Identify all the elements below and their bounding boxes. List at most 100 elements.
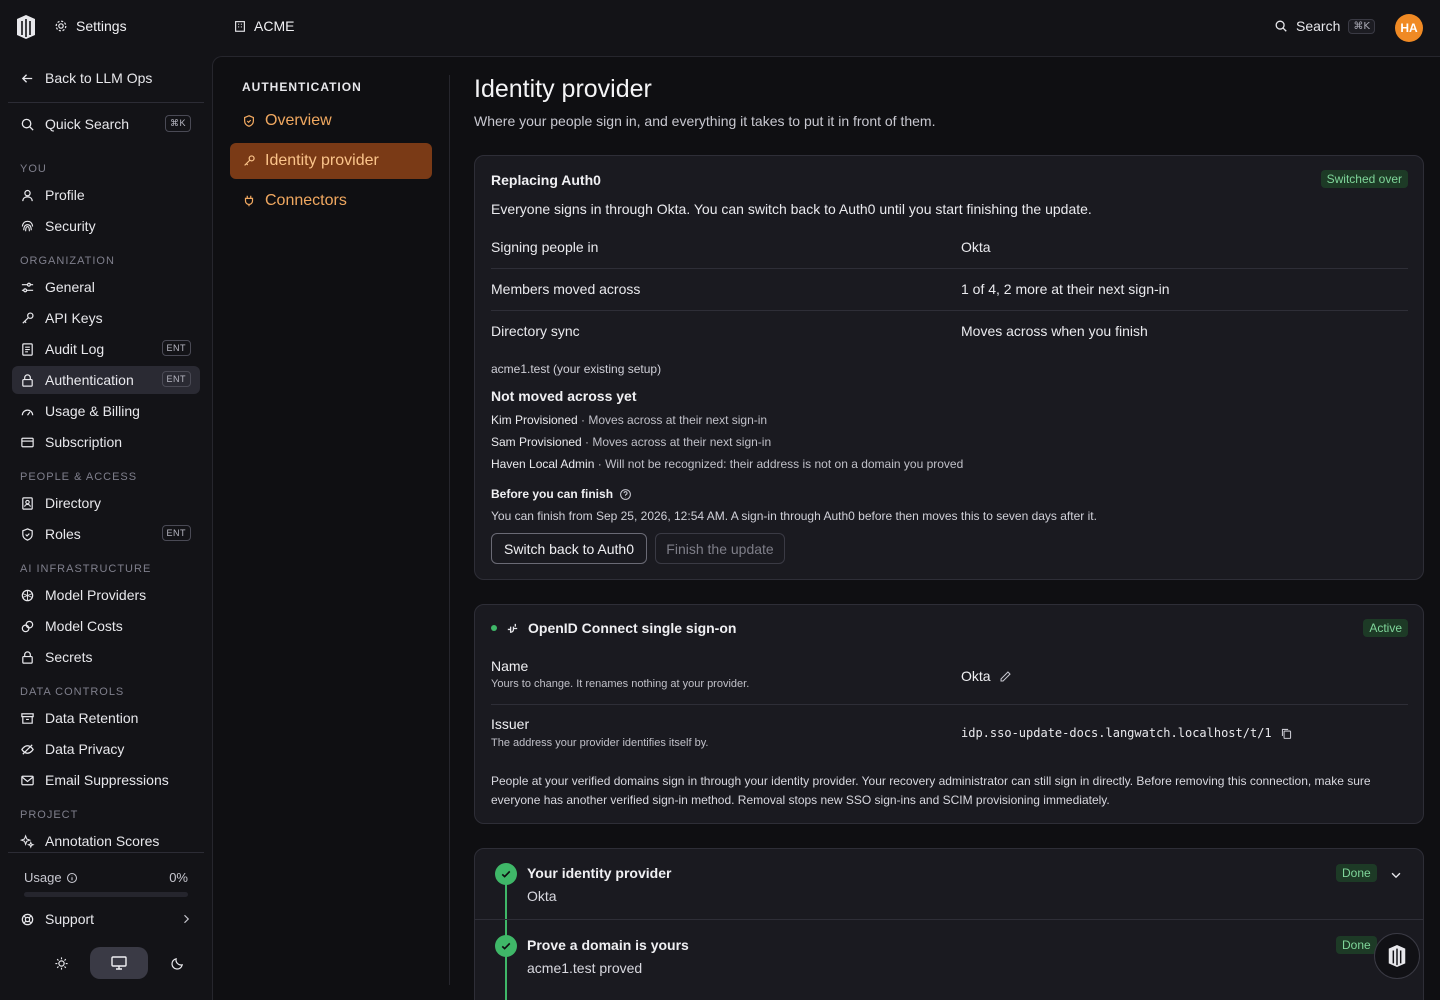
kv-value: Okta: [961, 239, 991, 255]
chevron-right-icon: [184, 914, 190, 924]
credit-card-icon: [21, 437, 34, 447]
help-icon[interactable]: [619, 488, 632, 501]
search-icon: [21, 118, 34, 131]
kv-key: Members moved across: [491, 281, 641, 297]
sidebar-item-authentication[interactable]: Authentication ENT: [12, 366, 200, 394]
light-theme-button[interactable]: [32, 947, 90, 979]
app-logo-icon[interactable]: [14, 13, 38, 41]
sidebar-item-email-suppressions[interactable]: Email Suppressions: [12, 766, 200, 794]
ent-badge: ENT: [161, 525, 191, 541]
sidebar-item-label: Profile: [45, 187, 85, 203]
sidebar-item-directory[interactable]: Directory: [12, 489, 200, 517]
section-ai: AI INFRASTRUCTURE: [20, 563, 152, 575]
usage-progress-bar: [24, 892, 188, 897]
usage-meter: Usage 0%: [24, 870, 188, 885]
usage-label: Usage: [24, 870, 62, 885]
oidc-heading: OpenID Connect single sign-on: [491, 620, 736, 636]
chevron-down-icon[interactable]: [1389, 868, 1403, 882]
status-badge: Active: [1363, 619, 1408, 637]
sidebar-item-subscription[interactable]: Subscription: [12, 428, 200, 456]
section-project: PROJECT: [20, 809, 79, 821]
subnav-connectors[interactable]: Connectors: [230, 183, 432, 219]
building-icon: [235, 21, 245, 32]
replacing-card: Replacing Auth0 Switched over Everyone s…: [474, 155, 1424, 580]
page-subtitle: Where your people sign in, and everythin…: [474, 113, 936, 129]
check-icon: [495, 935, 517, 957]
sidebar-item-label: Directory: [45, 495, 102, 511]
key-icon: [22, 311, 34, 324]
plug-connection-icon: [507, 623, 518, 633]
sidebar-item-label: General: [45, 279, 95, 295]
issuer-label: Issuer: [491, 716, 530, 732]
dark-theme-button[interactable]: [148, 947, 206, 979]
section-people: PEOPLE & ACCESS: [20, 471, 138, 483]
section-data: DATA CONTROLS: [20, 686, 125, 698]
quick-search-shortcut: ⌘K: [164, 115, 191, 132]
member-note: · Will not be recognized: their address …: [594, 457, 964, 471]
support-label: Support: [45, 911, 95, 927]
sidebar-item-annotation-scores[interactable]: Annotation Scores: [12, 827, 200, 855]
member-note: · Moves across at their next sign-in: [581, 435, 772, 449]
info-icon[interactable]: [66, 872, 78, 884]
arrow-left-icon: [21, 73, 33, 83]
oidc-notice: People at your verified domains sign in …: [491, 774, 1371, 807]
support-button[interactable]: Support: [12, 905, 200, 933]
theme-switcher: [32, 947, 206, 979]
finish-update-button[interactable]: Finish the update: [655, 533, 785, 564]
oidc-card: OpenID Connect single sign-on Active Nam…: [474, 604, 1424, 824]
divider: [475, 919, 1423, 920]
switch-back-button[interactable]: Switch back to Auth0: [491, 533, 647, 564]
shield-icon: [22, 527, 33, 541]
sidebar-item-label: Roles: [45, 526, 81, 542]
copy-icon[interactable]: [1280, 727, 1293, 740]
sidebar-item-data-retention[interactable]: Data Retention: [12, 704, 200, 732]
org-label: ACME: [254, 18, 295, 34]
sidebar-item-label: Data Retention: [45, 710, 139, 726]
sidebar-item-general[interactable]: General: [12, 273, 200, 301]
sidebar-item-label: API Keys: [45, 310, 103, 326]
check-icon: [495, 863, 517, 885]
sidebar-item-audit-log[interactable]: Audit Log ENT: [12, 335, 200, 363]
mail-icon: [21, 775, 34, 785]
help-widget-button[interactable]: [1374, 933, 1420, 979]
quick-search-button[interactable]: Quick Search ⌘K: [12, 110, 200, 138]
sidebar-item-model-providers[interactable]: Model Providers: [12, 581, 200, 609]
section-organization: ORGANIZATION: [20, 255, 115, 267]
back-link[interactable]: Back to LLM Ops: [12, 64, 200, 92]
fingerprint-icon: [21, 220, 34, 231]
subnav-identity-provider[interactable]: Identity provider: [230, 143, 432, 179]
replacing-description: Everyone signs in through Okta. You can …: [491, 201, 1092, 217]
moon-icon: [170, 957, 183, 970]
lock-icon: [22, 373, 33, 387]
member-name: Kim Provisioned: [491, 413, 578, 427]
top-bar: Settings ACME Search ⌘K HA: [0, 0, 1440, 56]
key-icon: [244, 155, 255, 166]
sidebar-item-label: Model Costs: [45, 618, 123, 634]
sidebar-item-security[interactable]: Security: [12, 212, 200, 240]
main-panel: AUTHENTICATION Overview Identity provide…: [212, 56, 1440, 1000]
coins-icon: [21, 620, 34, 632]
sidebar-item-secrets[interactable]: Secrets: [12, 643, 200, 671]
sidebar-item-model-costs[interactable]: Model Costs: [12, 612, 200, 640]
search-shortcut: ⌘K: [1348, 18, 1375, 34]
status-dot: [491, 625, 497, 631]
status-badge: Done: [1336, 864, 1377, 882]
sidebar-item-data-privacy[interactable]: Data Privacy: [12, 735, 200, 763]
usage-value: 0%: [169, 870, 188, 885]
contact-book-icon: [22, 496, 33, 510]
step-detail: acme1.test proved: [527, 960, 643, 976]
search-button[interactable]: Search ⌘K: [1274, 18, 1375, 34]
list-item: Sam Provisioned · Moves across at their …: [491, 435, 771, 449]
issuer-value-group: idp.sso-update-docs.langwatch.localhost/…: [961, 726, 1293, 740]
sidebar-item-usage-billing[interactable]: Usage & Billing: [12, 397, 200, 425]
sidebar-item-roles[interactable]: Roles ENT: [12, 520, 200, 548]
search-icon: [1275, 20, 1287, 32]
subnav-overview[interactable]: Overview: [230, 103, 432, 139]
sidebar-item-api-keys[interactable]: API Keys: [12, 304, 200, 332]
existing-setup: acme1.test (your existing setup): [491, 362, 662, 376]
system-theme-button[interactable]: [90, 947, 148, 979]
avatar[interactable]: HA: [1395, 14, 1423, 42]
org-switcher[interactable]: ACME: [233, 18, 294, 34]
sidebar-item-profile[interactable]: Profile: [12, 181, 200, 209]
pencil-icon[interactable]: [999, 670, 1012, 683]
